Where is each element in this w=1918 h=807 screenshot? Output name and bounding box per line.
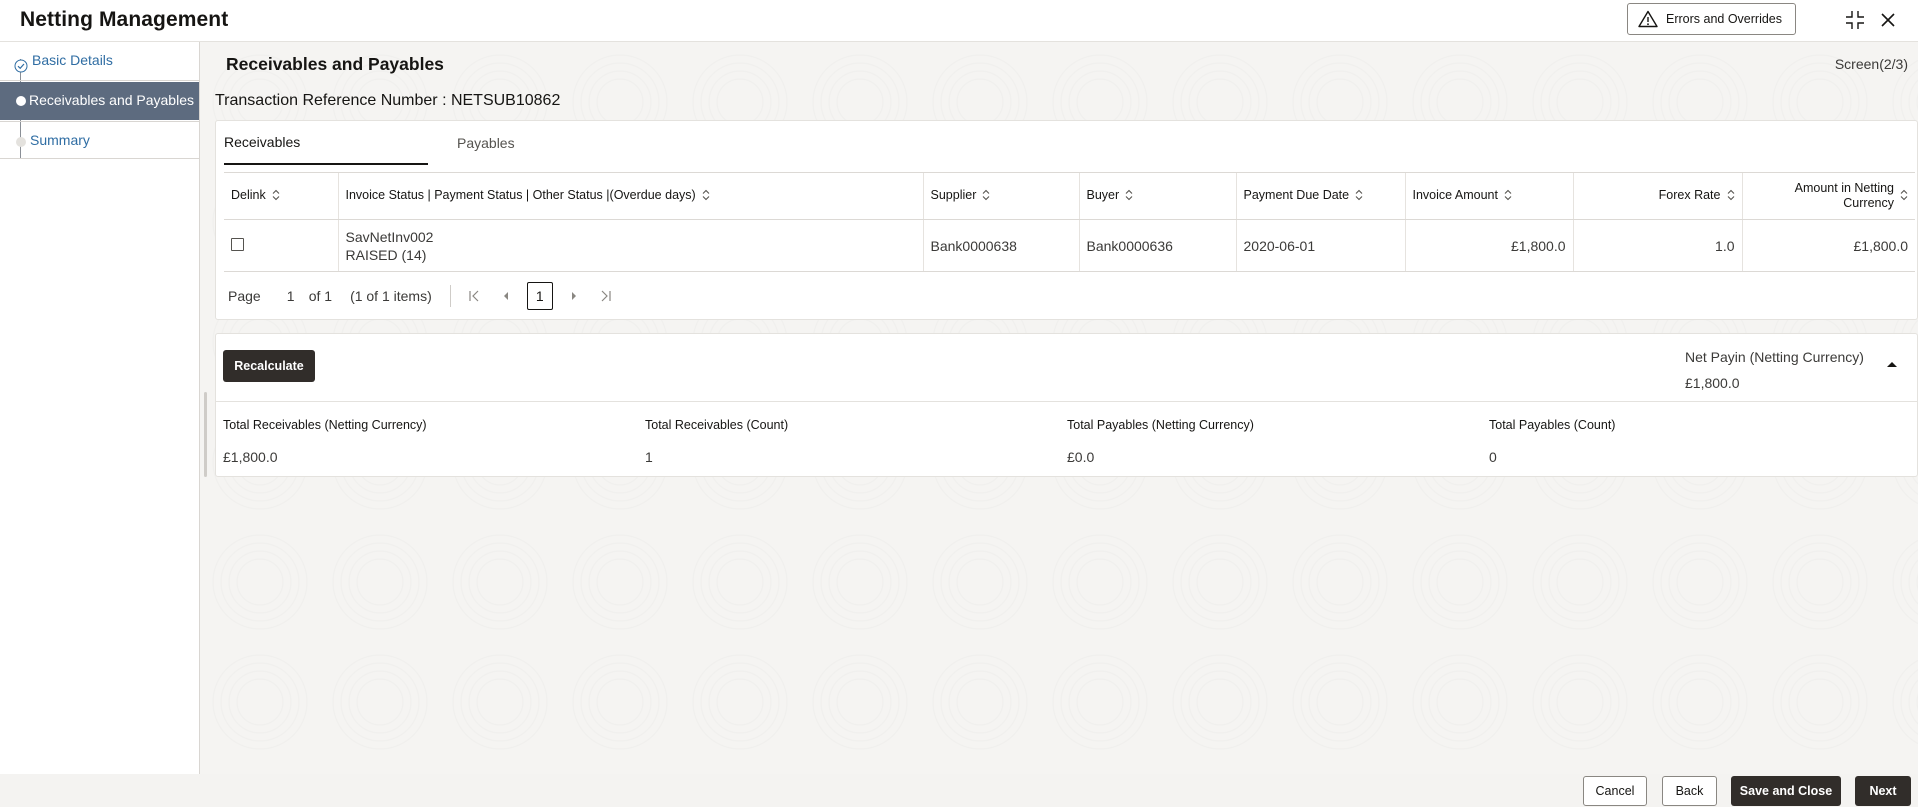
netting-summary-card: Recalculate Net Payin (Netting Currency)… (215, 333, 1918, 477)
save-and-close-button[interactable]: Save and Close (1731, 776, 1841, 806)
tab-payables[interactable]: Payables (457, 121, 557, 165)
items-count: (1 of 1 items) (350, 288, 432, 304)
resize-handle[interactable] (204, 392, 207, 477)
total-receivables-amount-label: Total Receivables (Netting Currency) (223, 418, 427, 432)
sidebar-item-label: Summary (30, 132, 90, 148)
pending-step-dot-icon (16, 137, 26, 147)
first-page-icon[interactable] (463, 285, 485, 307)
invoice-amount-cell: £1,800.0 (1404, 219, 1573, 272)
pagination: Page 1 of 1 (1 of 1 items) 1 (228, 281, 627, 311)
net-payin-value: £1,800.0 (1685, 375, 1740, 391)
transaction-reference: Transaction Reference Number : NETSUB108… (215, 92, 561, 109)
page-number-input[interactable]: 1 (279, 288, 303, 304)
column-header-amount-netting[interactable]: Amount in Netting Currency (1741, 172, 1915, 220)
total-payables-count-value: 0 (1489, 449, 1497, 465)
sidebar-item-label: Basic Details (32, 52, 113, 68)
invoice-reference: SavNetInv002 (345, 228, 434, 245)
divider (449, 285, 451, 307)
cancel-button[interactable]: Cancel (1583, 776, 1647, 806)
total-payables-amount-label: Total Payables (Netting Currency) (1067, 418, 1254, 432)
errors-and-overrides-button[interactable]: Errors and Overrides (1627, 3, 1796, 35)
close-icon[interactable] (1877, 9, 1899, 31)
amount-netting-cell: £1,800.0 (1741, 219, 1915, 272)
current-step-dot-icon (16, 96, 26, 106)
app-title: Netting Management (20, 8, 229, 31)
column-header-status[interactable]: Invoice Status | Payment Status | Other … (337, 172, 923, 220)
back-button[interactable]: Back (1662, 776, 1717, 806)
net-payin-label: Net Payin (Netting Currency) (1685, 349, 1864, 365)
sort-icon[interactable] (272, 189, 280, 204)
warning-icon (1638, 10, 1658, 28)
column-header-delink[interactable]: Delink (224, 172, 338, 220)
collapse-caret-icon[interactable] (1884, 356, 1900, 372)
total-receivables-count-label: Total Receivables (Count) (645, 418, 789, 432)
total-receivables-count-value: 1 (645, 449, 653, 465)
sort-icon[interactable] (982, 189, 990, 204)
delink-checkbox[interactable] (231, 237, 244, 251)
sidebar-item-basic-details[interactable]: Basic Details (0, 50, 199, 78)
total-payables-count-label: Total Payables (Count) (1489, 418, 1616, 432)
column-header-buyer[interactable]: Buyer (1078, 172, 1236, 220)
main-content: Receivables and Payables Screen(2/3) Tra… (200, 42, 1918, 774)
current-page-button[interactable]: 1 (526, 282, 553, 310)
sidebar-item-receivables-and-payables[interactable]: Receivables and Payables (0, 82, 199, 120)
table-row[interactable]: SavNetInv002 RAISED (14) Bank0000638 Ban… (224, 219, 1915, 272)
receivables-payables-card: Receivables Payables Delink Invoice Stat… (215, 120, 1918, 320)
compress-icon[interactable] (1844, 9, 1866, 31)
next-button[interactable]: Next (1855, 776, 1911, 806)
column-header-forex-rate[interactable]: Forex Rate (1572, 172, 1742, 220)
last-page-icon[interactable] (595, 285, 617, 307)
sort-icon[interactable] (1727, 189, 1735, 204)
divider (0, 80, 200, 81)
invoice-status: RAISED (14) (345, 246, 427, 263)
recalculate-button[interactable]: Recalculate (223, 350, 315, 382)
supplier-cell: Bank0000638 (922, 219, 1079, 272)
divider (0, 121, 200, 122)
column-header-payment-due-date[interactable]: Payment Due Date (1235, 172, 1405, 220)
payment-due-date-cell: 2020-06-01 (1235, 219, 1405, 272)
sort-icon[interactable] (1900, 189, 1908, 204)
previous-page-icon[interactable] (495, 285, 517, 307)
app-header: Netting Management Errors and Overrides (0, 0, 1918, 42)
sort-icon[interactable] (1355, 189, 1363, 204)
sidebar-item-label: Receivables and Payables (29, 92, 194, 108)
buyer-cell: Bank0000636 (1078, 219, 1236, 272)
tab-receivables[interactable]: Receivables (224, 121, 428, 165)
total-receivables-amount-value: £1,800.0 (223, 449, 278, 465)
total-payables-amount-value: £0.0 (1067, 449, 1095, 465)
sort-icon[interactable] (702, 189, 710, 204)
screen-indicator: Screen(2/3) (1834, 56, 1908, 72)
next-page-icon[interactable] (563, 285, 585, 307)
forex-rate-cell: 1.0 (1572, 219, 1742, 272)
status-cell: SavNetInv002 RAISED (14) (337, 219, 923, 272)
table-header-row: Delink Invoice Status | Payment Status |… (224, 172, 1915, 220)
page-of-label: of 1 (308, 288, 333, 304)
sort-icon[interactable] (1504, 189, 1512, 204)
column-header-supplier[interactable]: Supplier (922, 172, 1079, 220)
sidebar-item-summary[interactable]: Summary (0, 130, 199, 156)
divider (0, 158, 200, 159)
check-circle-icon (14, 59, 28, 73)
errors-and-overrides-label: Errors and Overrides (1666, 12, 1783, 26)
delink-cell (224, 219, 338, 272)
sort-icon[interactable] (1125, 189, 1133, 204)
page-label: Page (228, 288, 261, 304)
step-navigation-sidebar: Basic Details Receivables and Payables S… (0, 42, 200, 774)
section-title: Receivables and Payables (226, 54, 444, 74)
receivables-table: Delink Invoice Status | Payment Status |… (224, 172, 1915, 272)
divider (216, 401, 1918, 402)
column-header-invoice-amount[interactable]: Invoice Amount (1404, 172, 1573, 220)
